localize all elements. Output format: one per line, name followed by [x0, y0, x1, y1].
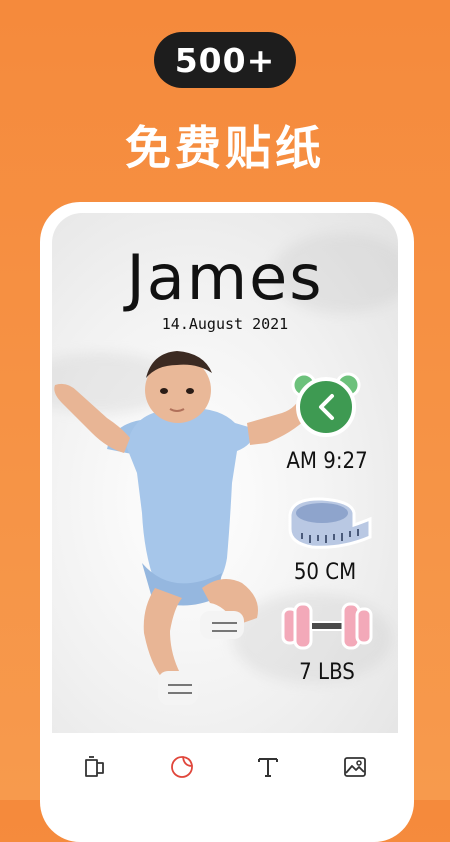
text-tool-icon — [258, 757, 279, 777]
count-badge: 500+ — [154, 32, 296, 88]
tape-measure-icon[interactable] — [282, 493, 372, 553]
sticker-tool-button[interactable] — [162, 747, 202, 787]
text-tool-button[interactable] — [248, 747, 288, 787]
dumbbell-icon[interactable] — [279, 601, 375, 651]
alarm-clock-icon[interactable] — [288, 371, 368, 437]
length-sticker-label[interactable]: 50 CM — [275, 560, 375, 585]
editor-toolbar — [52, 733, 398, 800]
image-tool-icon — [343, 756, 366, 777]
frame-tool-button[interactable] — [75, 747, 115, 787]
time-sticker-label[interactable]: AM 9:27 — [277, 449, 377, 474]
weight-sticker-label[interactable]: 7 LBS — [277, 660, 377, 685]
image-tool-button[interactable] — [335, 747, 375, 787]
photo-canvas[interactable]: James 14.August 2021 AM 9:27 50 CM 7 LBS — [52, 213, 398, 733]
promo-headline: 免费贴纸 — [125, 121, 325, 175]
sticker-tool-icon — [170, 755, 193, 778]
frame-tool-icon — [85, 755, 105, 777]
